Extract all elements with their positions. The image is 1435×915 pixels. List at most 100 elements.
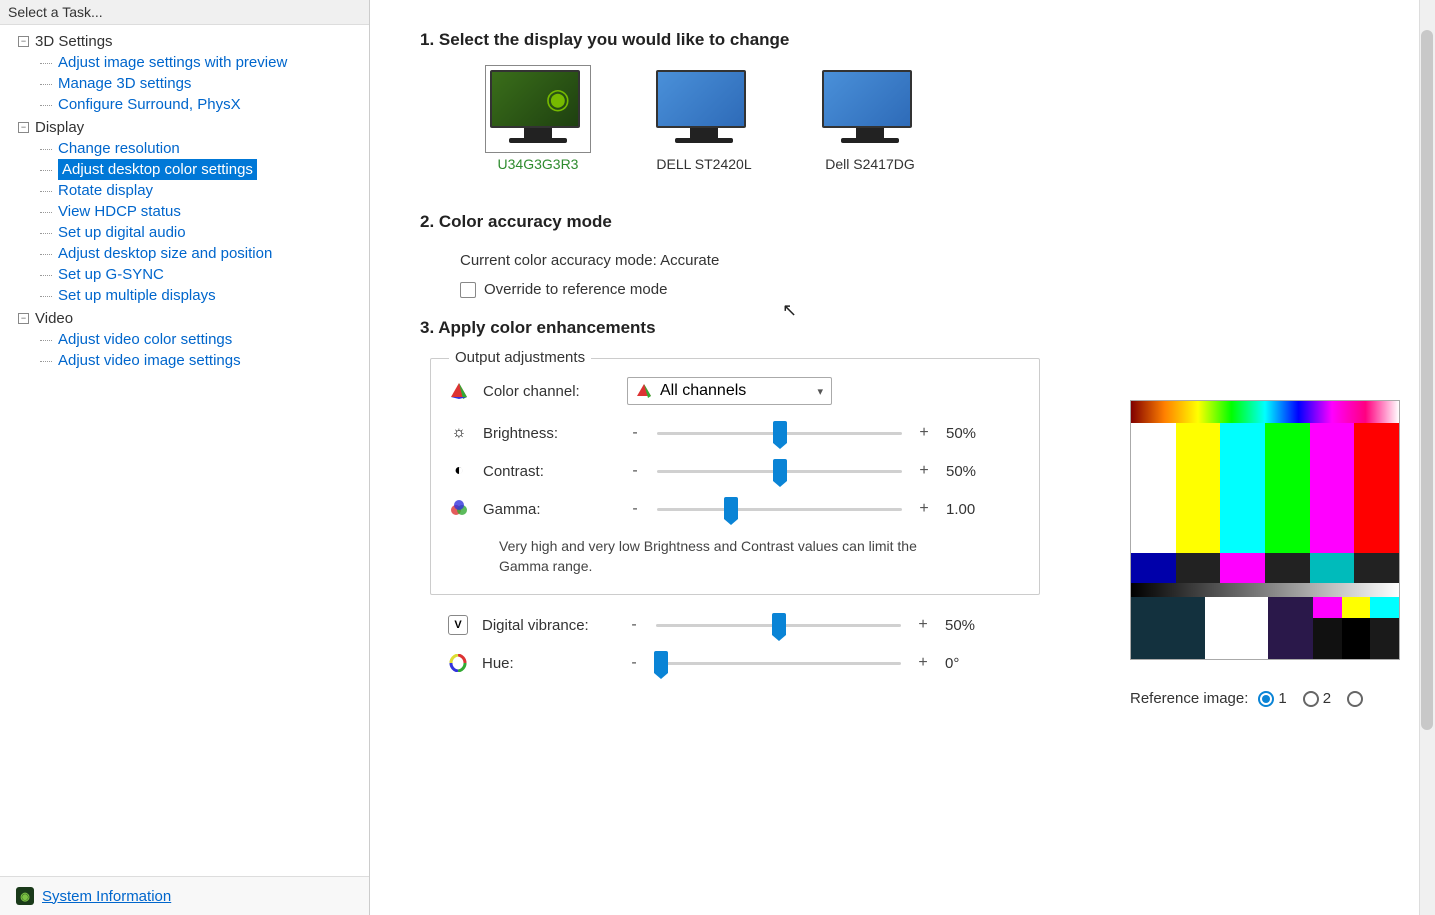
radio-label: 1: [1278, 690, 1286, 707]
nvidia-icon: ◉: [16, 887, 34, 905]
tree-item-adjust-image-preview[interactable]: Adjust image settings with preview: [0, 52, 369, 73]
tree-group-label: Display: [35, 119, 84, 136]
override-reference-row[interactable]: Override to reference mode: [460, 281, 1385, 298]
override-label: Override to reference mode: [484, 281, 667, 298]
collapse-icon[interactable]: −: [18, 122, 29, 133]
step1-title: 1. Select the display you would like to …: [420, 30, 1385, 50]
brightness-icon: ☼: [449, 423, 469, 443]
tree-group-3d-settings[interactable]: − 3D Settings: [0, 31, 369, 52]
radio-icon[interactable]: [1303, 691, 1319, 707]
display-item-2[interactable]: DELL ST2420L: [656, 70, 752, 172]
vibrance-slider[interactable]: [656, 615, 901, 635]
tree-item-manage-3d[interactable]: Manage 3D settings: [0, 73, 369, 94]
reference-image-controls: Reference image: 1 2: [1130, 690, 1405, 707]
hue-label: Hue:: [482, 655, 612, 672]
plus-icon: +: [916, 462, 932, 480]
tree-group-video[interactable]: − Video: [0, 308, 369, 329]
tree-item-surround-physx[interactable]: Configure Surround, PhysX: [0, 94, 369, 115]
display-item-3[interactable]: Dell S2417DG: [822, 70, 918, 172]
color-channel-row: Color channel: All channels ▾: [449, 377, 1021, 405]
plus-icon: +: [916, 500, 932, 518]
display-label: Dell S2417DG: [825, 156, 915, 172]
color-bars-preview: [1130, 400, 1400, 660]
tree-item-video-image[interactable]: Adjust video image settings: [0, 350, 369, 371]
tree-item-digital-audio[interactable]: Set up digital audio: [0, 222, 369, 243]
current-accuracy-mode: Current color accuracy mode: Accurate: [460, 252, 1385, 269]
radio-icon[interactable]: [1347, 691, 1363, 707]
contrast-label: Contrast:: [483, 463, 613, 480]
contrast-slider[interactable]: [657, 461, 902, 481]
main-content: 1. Select the display you would like to …: [370, 0, 1435, 915]
system-information-link[interactable]: System Information: [42, 888, 171, 905]
hue-slider[interactable]: [656, 653, 901, 673]
slider-thumb[interactable]: [724, 497, 738, 519]
tree-group-label: Video: [35, 310, 73, 327]
color-channel-label: Color channel:: [483, 383, 613, 400]
task-tree: − 3D Settings Adjust image settings with…: [0, 25, 369, 876]
reference-radio-3[interactable]: [1347, 691, 1363, 707]
brightness-value: 50%: [946, 425, 996, 442]
brightness-label: Brightness:: [483, 425, 613, 442]
reference-image-block: Reference image: 1 2: [1130, 400, 1405, 707]
gamma-slider[interactable]: [657, 499, 902, 519]
dropdown-value: All channels: [660, 382, 746, 400]
sidebar-footer: ◉ System Information: [0, 876, 369, 915]
step3-title: 3. Apply color enhancements: [420, 318, 1385, 338]
current-mode-label: Current color accuracy mode:: [460, 252, 660, 269]
reference-label: Reference image:: [1130, 690, 1248, 707]
output-adjustments-group: Output adjustments Color channel: All ch…: [430, 358, 1040, 595]
radio-label: 2: [1323, 690, 1331, 707]
slider-thumb[interactable]: [773, 459, 787, 481]
minus-icon: -: [626, 654, 642, 672]
tree-item-multiple-displays[interactable]: Set up multiple displays: [0, 285, 369, 306]
monitor-icon: ◉: [490, 70, 586, 148]
gamma-icon: [449, 499, 469, 519]
tree-group-display[interactable]: − Display: [0, 117, 369, 138]
reference-radio-2[interactable]: 2: [1303, 690, 1331, 707]
hue-value: 0°: [945, 655, 995, 672]
chevron-down-icon: ▾: [817, 385, 823, 398]
tree-item-change-resolution[interactable]: Change resolution: [0, 138, 369, 159]
tree-item-hdcp-status[interactable]: View HDCP status: [0, 201, 369, 222]
color-channel-dropdown[interactable]: All channels ▾: [627, 377, 832, 405]
vibrance-value: 50%: [945, 617, 995, 634]
reference-radio-1[interactable]: 1: [1258, 690, 1286, 707]
tree-item-rotate-display[interactable]: Rotate display: [0, 180, 369, 201]
plus-icon: +: [915, 616, 931, 634]
output-legend: Output adjustments: [449, 349, 591, 366]
brightness-slider[interactable]: [657, 423, 902, 443]
vertical-scrollbar[interactable]: [1419, 0, 1435, 915]
collapse-icon[interactable]: −: [18, 36, 29, 47]
minus-icon: -: [627, 500, 643, 518]
contrast-row: ◐ Contrast: - + 50%: [449, 461, 1021, 481]
slider-thumb[interactable]: [654, 651, 668, 673]
tree-item-video-color[interactable]: Adjust video color settings: [0, 329, 369, 350]
tree-item-gsync[interactable]: Set up G-SYNC: [0, 264, 369, 285]
monitor-icon: [822, 70, 918, 148]
slider-thumb[interactable]: [773, 421, 787, 443]
radio-icon[interactable]: [1258, 691, 1274, 707]
nvidia-logo-icon: ◉: [546, 85, 570, 113]
tree-group-label: 3D Settings: [35, 33, 113, 50]
contrast-icon: ◐: [449, 461, 469, 481]
step2-title: 2. Color accuracy mode: [420, 212, 1385, 232]
contrast-value: 50%: [946, 463, 996, 480]
collapse-icon[interactable]: −: [18, 313, 29, 324]
tree-item-adjust-desktop-color[interactable]: Adjust desktop color settings: [58, 159, 257, 180]
brightness-row: ☼ Brightness: - + 50%: [449, 423, 1021, 443]
minus-icon: -: [627, 462, 643, 480]
color-channel-icon: [449, 381, 469, 401]
override-checkbox[interactable]: [460, 282, 476, 298]
plus-icon: +: [915, 654, 931, 672]
sidebar-header: Select a Task...: [0, 0, 369, 25]
display-label: U34G3G3R3: [498, 156, 579, 172]
display-item-1[interactable]: ◉ U34G3G3R3: [490, 70, 586, 172]
scrollbar-thumb[interactable]: [1421, 30, 1433, 730]
minus-icon: -: [626, 616, 642, 634]
vibrance-label: Digital vibrance:: [482, 617, 612, 634]
tree-item-desktop-size-position[interactable]: Adjust desktop size and position: [0, 243, 369, 264]
gamma-label: Gamma:: [483, 501, 613, 518]
slider-thumb[interactable]: [772, 613, 786, 635]
monitor-icon: [656, 70, 752, 148]
gamma-value: 1.00: [946, 501, 996, 518]
